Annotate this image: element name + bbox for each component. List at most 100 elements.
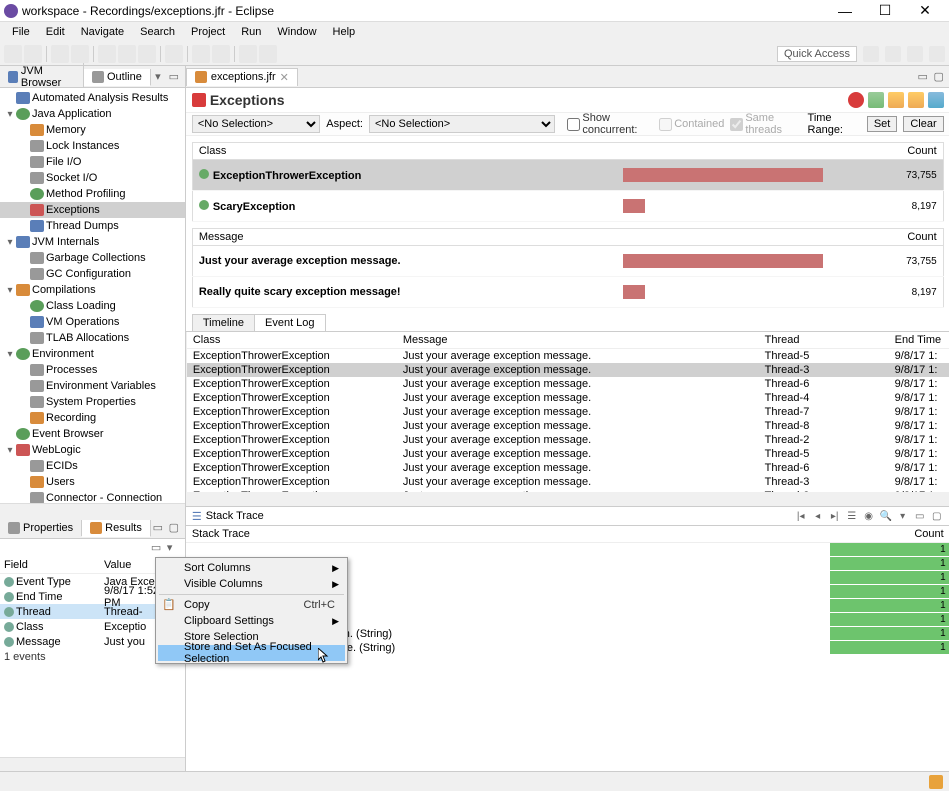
group-icon[interactable]: ◉ [862, 509, 876, 523]
menu-sort-columns[interactable]: Sort Columns▶ [158, 560, 345, 576]
event-row[interactable]: ExceptionThrowerExceptionJust your avera… [187, 475, 949, 489]
class-table[interactable]: Class Count ExceptionThrowerException73,… [192, 142, 944, 222]
tree-item-ecids[interactable]: ECIDs [0, 458, 185, 474]
tree-item-processes[interactable]: Processes [0, 362, 185, 378]
save-button[interactable] [24, 45, 42, 63]
event-log-table[interactable]: Class Message Thread End Time ExceptionT… [187, 332, 949, 492]
stack-frame-row[interactable]: 1 [186, 543, 949, 557]
minimize-view-icon[interactable]: ▭ [151, 521, 165, 535]
menu-clipboard-settings[interactable]: Clipboard Settings▶ [158, 613, 345, 629]
view-menu-icon[interactable]: ▾ [896, 509, 910, 523]
tree-item-system-properties[interactable]: System Properties [0, 394, 185, 410]
tool-button[interactable] [192, 45, 210, 63]
minimize-view-icon[interactable]: ▭ [167, 70, 181, 84]
scrollbar-h[interactable] [186, 492, 949, 506]
header-icon[interactable] [908, 92, 924, 108]
header-icon[interactable] [928, 92, 944, 108]
set-button[interactable]: Set [867, 116, 898, 132]
message-row[interactable]: Just your average exception message.73,7… [192, 246, 943, 277]
perspective-button[interactable] [863, 46, 879, 62]
header-icon[interactable] [868, 92, 884, 108]
message-row[interactable]: Really quite scary exception message!8,1… [192, 277, 943, 308]
event-row[interactable]: ExceptionThrowerExceptionJust your avera… [187, 377, 949, 391]
class-row[interactable]: ExceptionThrowerException73,755 [192, 160, 943, 191]
maximize-view-icon[interactable]: ▢ [930, 509, 944, 523]
menu-visible-columns[interactable]: Visible Columns▶ [158, 576, 345, 592]
perspective-button[interactable] [885, 46, 901, 62]
menu-copy[interactable]: 📋CopyCtrl+C [158, 597, 345, 613]
message-table[interactable]: Message Count Just your average exceptio… [192, 228, 944, 308]
quick-access[interactable]: Quick Access [777, 46, 857, 62]
class-header[interactable]: Class [192, 143, 623, 160]
tab-outline[interactable]: Outline [84, 69, 151, 86]
evt-end-header[interactable]: End Time [889, 332, 949, 349]
view-menu-icon[interactable]: ▭ [151, 541, 165, 555]
count-header[interactable]: Count [823, 229, 943, 246]
tree-item-vm-operations[interactable]: VM Operations [0, 314, 185, 330]
event-row[interactable]: ExceptionThrowerExceptionJust your avera… [187, 363, 949, 377]
tree-item-exceptions[interactable]: Exceptions [0, 202, 185, 218]
perspective-button[interactable] [929, 46, 945, 62]
clear-button[interactable]: Clear [903, 116, 943, 132]
menu-project[interactable]: Project [183, 24, 233, 40]
tree-item-memory[interactable]: Memory [0, 122, 185, 138]
menu-search[interactable]: Search [132, 24, 183, 40]
tree-item-compilations[interactable]: ▾Compilations [0, 282, 185, 298]
nav-next-icon[interactable]: ▸| [828, 509, 842, 523]
tool-button[interactable] [118, 45, 136, 63]
tree-item-users[interactable]: Users [0, 474, 185, 490]
tree-item-environment[interactable]: ▾Environment [0, 346, 185, 362]
tree-item-tlab-allocations[interactable]: TLAB Allocations [0, 330, 185, 346]
run-button[interactable] [71, 45, 89, 63]
event-row[interactable]: ExceptionThrowerExceptionJust your avera… [187, 391, 949, 405]
minimize-button[interactable]: — [825, 1, 865, 21]
contained-checkbox[interactable]: Contained [659, 118, 724, 131]
tree-item-automated-analysis-results[interactable]: Automated Analysis Results [0, 90, 185, 106]
tree-item-gc-configuration[interactable]: GC Configuration [0, 266, 185, 282]
tree-item-recording[interactable]: Recording [0, 410, 185, 426]
aspect-dropdown[interactable]: <No Selection> [369, 115, 555, 133]
class-row[interactable]: ScaryException8,197 [192, 191, 943, 222]
selection-dropdown[interactable]: <No Selection> [192, 115, 320, 133]
event-row[interactable]: ExceptionThrowerExceptionJust your avera… [187, 461, 949, 475]
tree-item-method-profiling[interactable]: Method Profiling [0, 186, 185, 202]
tree-item-lock-instances[interactable]: Lock Instances [0, 138, 185, 154]
nav-prev-icon[interactable]: ◂ [811, 509, 825, 523]
event-row[interactable]: ExceptionThrowerExceptionJust your avera… [187, 447, 949, 461]
evt-message-header[interactable]: Message [397, 332, 759, 349]
event-row[interactable]: ExceptionThrowerExceptionJust your avera… [187, 405, 949, 419]
tree-item-class-loading[interactable]: Class Loading [0, 298, 185, 314]
view-menu-icon[interactable]: ▾ [167, 541, 181, 555]
tree-item-connector-connection[interactable]: Connector - Connection [0, 490, 185, 503]
stack-frame-header[interactable]: Stack Trace [186, 526, 830, 543]
outline-tree[interactable]: Automated Analysis Results▾Java Applicat… [0, 88, 185, 503]
maximize-editor-icon[interactable]: ▢ [932, 70, 946, 84]
tree-item-file-i-o[interactable]: File I/O [0, 154, 185, 170]
view-menu-icon[interactable]: ▾ [151, 70, 165, 84]
tab-timeline[interactable]: Timeline [192, 314, 255, 331]
tree-item-environment-variables[interactable]: Environment Variables [0, 378, 185, 394]
tab-results[interactable]: Results [82, 520, 151, 537]
editor-tab-exceptions[interactable]: exceptions.jfr ✕ [186, 68, 298, 86]
filter-icon[interactable]: 🔍 [879, 509, 893, 523]
header-icon[interactable] [888, 92, 904, 108]
tree-item-weblogic[interactable]: ▾WebLogic [0, 442, 185, 458]
menu-window[interactable]: Window [269, 24, 324, 40]
menu-store-focused-selection[interactable]: Store and Set As Focused Selection [158, 645, 345, 661]
close-button[interactable]: ✕ [905, 1, 945, 21]
tab-event-log[interactable]: Event Log [254, 314, 326, 331]
new-button[interactable] [4, 45, 22, 63]
tab-properties[interactable]: Properties [0, 520, 82, 536]
status-icon[interactable] [929, 775, 943, 789]
evt-class-header[interactable]: Class [187, 332, 397, 349]
event-row[interactable]: ExceptionThrowerExceptionJust your avera… [187, 433, 949, 447]
tree-item-jvm-internals[interactable]: ▾JVM Internals [0, 234, 185, 250]
tree-icon[interactable]: ☰ [845, 509, 859, 523]
menu-run[interactable]: Run [233, 24, 269, 40]
forward-button[interactable] [259, 45, 277, 63]
maximize-view-icon[interactable]: ▢ [167, 521, 181, 535]
message-header[interactable]: Message [192, 229, 623, 246]
minimize-view-icon[interactable]: ▭ [913, 509, 927, 523]
debug-button[interactable] [51, 45, 69, 63]
menu-edit[interactable]: Edit [38, 24, 73, 40]
